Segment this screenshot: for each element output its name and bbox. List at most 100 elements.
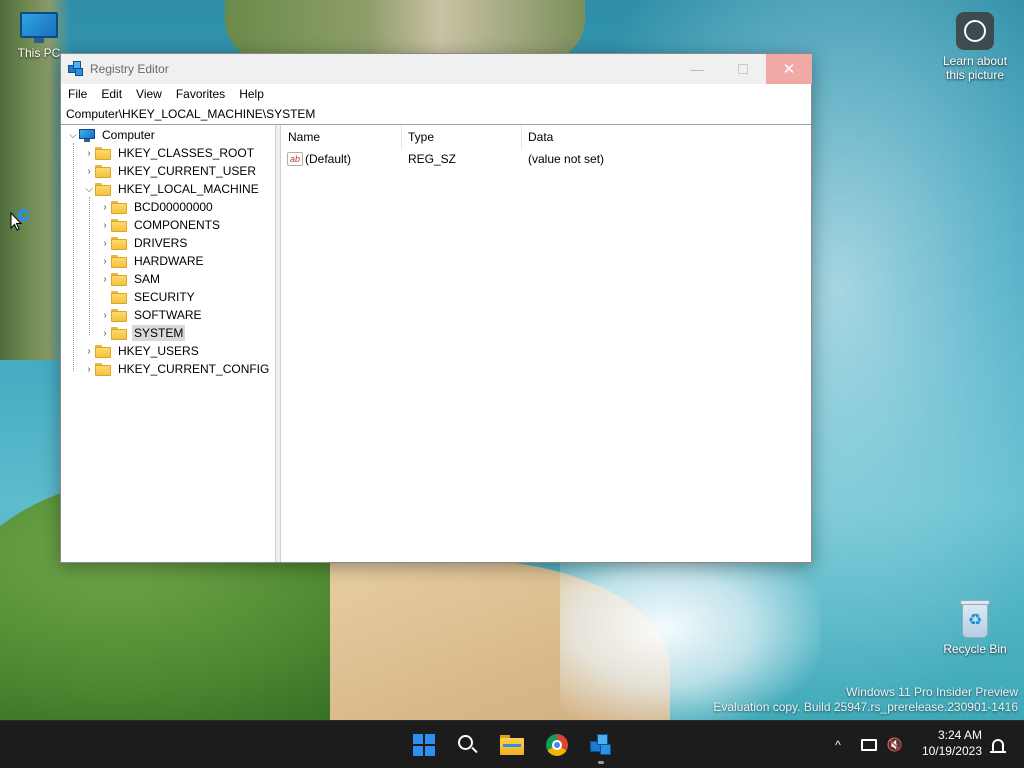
registry-editor-taskbar-button[interactable] bbox=[581, 725, 621, 765]
tree-node-components[interactable]: › COMPONENTS bbox=[99, 216, 222, 234]
maximize-icon bbox=[738, 64, 748, 74]
chrome-button[interactable] bbox=[537, 725, 577, 765]
tree-label: DRIVERS bbox=[134, 236, 188, 250]
tree-node-hkey-current-config[interactable]: › HKEY_CURRENT_CONFIG bbox=[83, 360, 271, 378]
folder-icon bbox=[95, 362, 111, 376]
network-button[interactable] bbox=[858, 733, 880, 757]
desktop-icon-label: This PC bbox=[17, 46, 61, 60]
column-header-data[interactable]: Data bbox=[522, 125, 811, 149]
value-name: (Default) bbox=[305, 152, 352, 166]
chevron-right-icon[interactable]: › bbox=[99, 324, 111, 342]
value-data: (value not set) bbox=[528, 152, 605, 166]
tree-label-selected: SYSTEM bbox=[132, 325, 186, 341]
minimize-icon: — bbox=[690, 61, 704, 77]
address-bar[interactable]: Computer\HKEY_LOCAL_MACHINE\SYSTEM bbox=[61, 104, 811, 125]
computer-icon bbox=[79, 128, 95, 142]
chevron-down-icon[interactable]: ⌵ bbox=[67, 126, 79, 144]
file-explorer-button[interactable] bbox=[492, 725, 532, 765]
list-item[interactable]: ab (Default) REG_SZ (value not set) bbox=[287, 150, 807, 168]
tree-node-system[interactable]: › SYSTEM bbox=[99, 324, 186, 342]
column-header-name[interactable]: Name bbox=[282, 125, 402, 149]
start-button[interactable] bbox=[404, 725, 444, 765]
registry-tree: ⌵ Computer › HKEY_CLASSES_ROOT › HKEY_CU… bbox=[61, 125, 276, 562]
chevron-up-icon: ^ bbox=[835, 738, 841, 752]
folder-icon bbox=[111, 308, 127, 322]
tree-node-security[interactable]: SECURITY bbox=[99, 288, 197, 306]
clock[interactable]: 3:24 AM 10/19/2023 bbox=[912, 727, 988, 763]
start-icon bbox=[413, 734, 435, 756]
tree-node-computer[interactable]: ⌵ Computer bbox=[67, 126, 157, 144]
desktop-icon-learn-about-picture[interactable]: Learn about this picture bbox=[936, 12, 1014, 82]
windows-watermark: Windows 11 Pro Insider Preview Evaluatio… bbox=[713, 685, 1018, 714]
tree-label: SOFTWARE bbox=[134, 308, 202, 322]
tree-node-hkey-classes-root[interactable]: › HKEY_CLASSES_ROOT bbox=[83, 144, 256, 162]
value-type: REG_SZ bbox=[408, 152, 457, 166]
folder-icon bbox=[111, 290, 127, 304]
chevron-down-icon[interactable]: ⌵ bbox=[83, 180, 95, 198]
chevron-right-icon[interactable]: › bbox=[99, 306, 111, 324]
tree-label: HKEY_USERS bbox=[118, 344, 199, 358]
folder-open-icon bbox=[95, 182, 111, 196]
chevron-right-icon[interactable]: › bbox=[99, 198, 111, 216]
busy-spinner-icon bbox=[18, 209, 30, 221]
show-hidden-icons-button[interactable]: ^ bbox=[828, 733, 848, 757]
menu-favorites[interactable]: Favorites bbox=[169, 84, 232, 104]
tree-node-hardware[interactable]: › HARDWARE bbox=[99, 252, 206, 270]
network-icon bbox=[861, 739, 877, 751]
pane-splitter[interactable] bbox=[276, 125, 281, 562]
desktop-icon-recycle-bin[interactable]: ♻ Recycle Bin bbox=[937, 598, 1013, 656]
volume-muted-icon: 🔇 bbox=[886, 737, 904, 752]
menu-bar: File Edit View Favorites Help bbox=[61, 84, 811, 104]
tree-node-bcd00000000[interactable]: › BCD00000000 bbox=[99, 198, 215, 216]
desktop-icon-label: Recycle Bin bbox=[943, 642, 1007, 656]
tree-label: HARDWARE bbox=[134, 254, 204, 268]
tree-label: Computer bbox=[102, 128, 155, 142]
menu-file[interactable]: File bbox=[61, 84, 94, 104]
chevron-right-icon[interactable]: › bbox=[99, 270, 111, 288]
bell-icon bbox=[990, 739, 1006, 753]
clock-date: 10/19/2023 bbox=[921, 744, 982, 758]
folder-icon bbox=[95, 164, 111, 178]
notifications-button[interactable] bbox=[986, 733, 1010, 757]
registry-editor-window: Registry Editor — ✕ File Edit View Favor… bbox=[60, 53, 812, 563]
chevron-right-icon[interactable]: › bbox=[83, 360, 95, 378]
chevron-right-icon[interactable]: › bbox=[83, 162, 95, 180]
minimize-button[interactable]: — bbox=[674, 54, 720, 84]
column-header-type[interactable]: Type bbox=[402, 125, 522, 149]
registry-editor-icon bbox=[68, 61, 84, 77]
chevron-right-icon[interactable]: › bbox=[99, 252, 111, 270]
close-icon: ✕ bbox=[782, 61, 796, 78]
menu-view[interactable]: View bbox=[129, 84, 169, 104]
tree-node-hkey-current-user[interactable]: › HKEY_CURRENT_USER bbox=[83, 162, 258, 180]
search-button[interactable] bbox=[448, 725, 488, 765]
recycle-bin-icon: ♻ bbox=[958, 598, 992, 640]
tree-label: HKEY_CLASSES_ROOT bbox=[118, 146, 255, 160]
chevron-right-icon[interactable]: › bbox=[99, 234, 111, 252]
tree-node-sam[interactable]: › SAM bbox=[99, 270, 162, 288]
chrome-icon bbox=[546, 734, 568, 756]
tree-node-drivers[interactable]: › DRIVERS bbox=[99, 234, 189, 252]
tree-label: BCD00000000 bbox=[134, 200, 213, 214]
menu-help[interactable]: Help bbox=[232, 84, 271, 104]
folder-icon bbox=[111, 200, 127, 214]
title-bar[interactable]: Registry Editor — ✕ bbox=[61, 54, 812, 84]
tree-label: COMPONENTS bbox=[134, 218, 221, 232]
taskbar: ^ 🔇 3:24 AM 10/19/2023 bbox=[0, 720, 1024, 768]
tree-node-software[interactable]: › SOFTWARE bbox=[99, 306, 204, 324]
close-button[interactable]: ✕ bbox=[766, 54, 812, 84]
camera-info-icon bbox=[956, 12, 994, 50]
chevron-right-icon[interactable]: › bbox=[83, 342, 95, 360]
tree-label: SAM bbox=[134, 272, 161, 286]
tree-node-hkey-local-machine[interactable]: ⌵ HKEY_LOCAL_MACHINE bbox=[83, 180, 261, 198]
tree-label: HKEY_LOCAL_MACHINE bbox=[118, 182, 259, 196]
folder-icon bbox=[111, 254, 127, 268]
file-explorer-icon bbox=[500, 735, 524, 755]
chevron-right-icon[interactable]: › bbox=[99, 216, 111, 234]
string-value-icon: ab bbox=[287, 152, 303, 166]
maximize-button[interactable] bbox=[720, 54, 766, 84]
menu-edit[interactable]: Edit bbox=[94, 84, 129, 104]
computer-icon bbox=[18, 12, 60, 44]
tree-node-hkey-users[interactable]: › HKEY_USERS bbox=[83, 342, 201, 360]
volume-button[interactable]: 🔇 bbox=[884, 733, 906, 757]
chevron-right-icon[interactable]: › bbox=[83, 144, 95, 162]
